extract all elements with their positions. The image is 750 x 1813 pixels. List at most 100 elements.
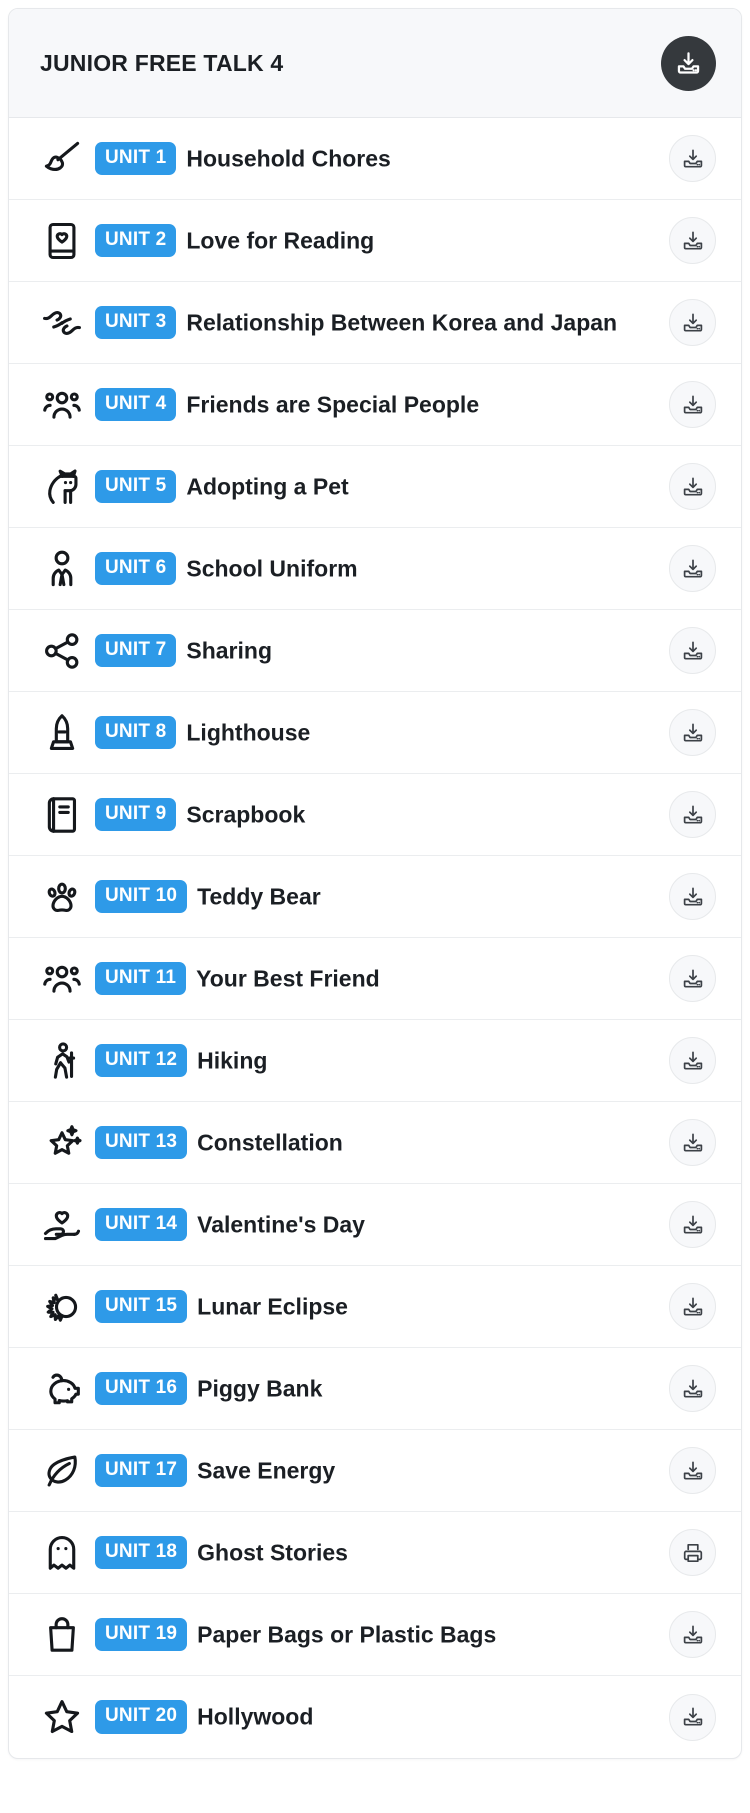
unit-badge: UNIT 8 — [95, 715, 177, 750]
download-button[interactable] — [669, 709, 716, 756]
unit-badge: UNIT 2 — [95, 223, 177, 258]
download-icon — [681, 1623, 705, 1647]
download-icon — [681, 885, 705, 909]
download-button[interactable] — [669, 1283, 716, 1330]
unit-title: Scrapbook — [186, 801, 306, 828]
person-suit-icon — [31, 543, 93, 595]
download-icon — [681, 1377, 705, 1401]
unit-title: Lunar Eclipse — [197, 1293, 348, 1320]
unit-row[interactable]: UNIT 7 Sharing — [9, 610, 741, 692]
download-icon — [681, 147, 705, 171]
unit-title: Save Energy — [197, 1457, 336, 1484]
unit-title: Your Best Friend — [196, 965, 380, 992]
download-button[interactable] — [669, 1447, 716, 1494]
unit-row[interactable]: UNIT 12 Hiking — [9, 1020, 741, 1102]
unit-row[interactable]: UNIT 13 Constellation — [9, 1102, 741, 1184]
unit-text-block: UNIT 4 Friends are Special People — [93, 387, 657, 422]
download-button[interactable] — [669, 873, 716, 920]
star-sparkle-icon — [31, 1117, 93, 1169]
hiker-icon — [31, 1035, 93, 1087]
download-icon — [681, 1213, 705, 1237]
unit-text-block: UNIT 3 Relationship Between Korea and Jap… — [93, 305, 657, 340]
unit-row[interactable]: UNIT 14 Valentine's Day — [9, 1184, 741, 1266]
download-button[interactable] — [669, 1365, 716, 1412]
piggy-bank-icon — [31, 1363, 93, 1415]
unit-row[interactable]: UNIT 9 Scrapbook — [9, 774, 741, 856]
unit-text-block: UNIT 1 Household Chores — [93, 141, 657, 176]
download-button[interactable] — [669, 381, 716, 428]
eclipse-icon — [31, 1281, 93, 1333]
unit-badge: UNIT 9 — [95, 797, 177, 832]
unit-row[interactable]: UNIT 18 Ghost Stories — [9, 1512, 741, 1594]
unit-row[interactable]: UNIT 20 Hollywood — [9, 1676, 741, 1758]
download-button[interactable] — [669, 299, 716, 346]
heart-hand-icon — [31, 1199, 93, 1251]
download-button[interactable] — [669, 1693, 716, 1741]
unit-row[interactable]: UNIT 16 Piggy Bank — [9, 1348, 741, 1430]
download-button[interactable] — [669, 1611, 716, 1658]
unit-row[interactable]: UNIT 2 Love for Reading — [9, 200, 741, 282]
unit-text-block: UNIT 15 Lunar Eclipse — [93, 1289, 657, 1324]
book-heart-icon — [31, 215, 93, 267]
unit-title: Relationship Between Korea and Japan — [186, 309, 618, 336]
unit-title: Hiking — [197, 1047, 268, 1074]
unit-title: Piggy Bank — [197, 1375, 323, 1402]
download-button[interactable] — [669, 791, 716, 838]
ghost-icon — [31, 1527, 93, 1579]
unit-title: Ghost Stories — [197, 1539, 348, 1566]
unit-badge: UNIT 19 — [95, 1617, 188, 1652]
unit-badge: UNIT 18 — [95, 1535, 188, 1570]
download-button[interactable] — [669, 463, 716, 510]
download-icon — [681, 1295, 705, 1319]
unit-row[interactable]: UNIT 11 Your Best Friend — [9, 938, 741, 1020]
unit-title: Constellation — [197, 1129, 343, 1156]
download-button[interactable] — [669, 135, 716, 182]
paw-print-icon — [31, 871, 93, 923]
unit-title: Love for Reading — [186, 227, 375, 254]
unit-list: UNIT 1 Household Chores UNIT 2 Love for Rea… — [9, 118, 741, 1758]
unit-badge: UNIT 13 — [95, 1125, 188, 1160]
unit-title: Adopting a Pet — [186, 473, 349, 500]
unit-row[interactable]: UNIT 17 Save Energy — [9, 1430, 741, 1512]
unit-row[interactable]: UNIT 15 Lunar Eclipse — [9, 1266, 741, 1348]
star-icon — [31, 1691, 93, 1743]
download-icon — [681, 393, 705, 417]
download-icon — [675, 50, 702, 77]
download-button[interactable] — [669, 1201, 716, 1248]
unit-badge: UNIT 11 — [95, 961, 187, 996]
download-button[interactable] — [669, 545, 716, 592]
unit-row[interactable]: UNIT 8 Lighthouse — [9, 692, 741, 774]
unit-title: Friends are Special People — [186, 391, 480, 418]
unit-list-card: JUNIOR FREE TALK 4 UNIT 1 Household Chore… — [8, 8, 742, 1759]
download-all-button[interactable] — [661, 35, 716, 91]
unit-row[interactable]: UNIT 5 Adopting a Pet — [9, 446, 741, 528]
unit-row[interactable]: UNIT 4 Friends are Special People — [9, 364, 741, 446]
paintbrush-icon — [31, 133, 93, 185]
download-icon — [681, 639, 705, 663]
download-button[interactable] — [669, 1037, 716, 1084]
unit-row[interactable]: UNIT 19 Paper Bags or Plastic Bags — [9, 1594, 741, 1676]
download-button[interactable] — [669, 1119, 716, 1166]
unit-row[interactable]: UNIT 1 Household Chores — [9, 118, 741, 200]
download-button[interactable] — [669, 627, 716, 674]
unit-row[interactable]: UNIT 3 Relationship Between Korea and Jap… — [9, 282, 741, 364]
people-group-icon — [31, 379, 93, 431]
unit-text-block: UNIT 7 Sharing — [93, 633, 657, 668]
unit-row[interactable]: UNIT 10 Teddy Bear — [9, 856, 741, 938]
download-button[interactable] — [669, 217, 716, 264]
download-icon — [681, 475, 705, 499]
unit-title: School Uniform — [186, 555, 358, 582]
unit-title: Teddy Bear — [197, 883, 321, 910]
print-button[interactable] — [669, 1529, 716, 1576]
download-icon — [681, 967, 705, 991]
unit-text-block: UNIT 6 School Uniform — [93, 551, 657, 586]
download-icon — [681, 557, 705, 581]
unit-badge: UNIT 6 — [95, 551, 177, 586]
printer-icon — [681, 1541, 705, 1565]
download-button[interactable] — [669, 955, 716, 1002]
unit-row[interactable]: UNIT 6 School Uniform — [9, 528, 741, 610]
unit-title: Hollywood — [197, 1703, 314, 1730]
unit-badge: UNIT 10 — [95, 879, 188, 914]
download-icon — [681, 803, 705, 827]
download-icon — [681, 229, 705, 253]
